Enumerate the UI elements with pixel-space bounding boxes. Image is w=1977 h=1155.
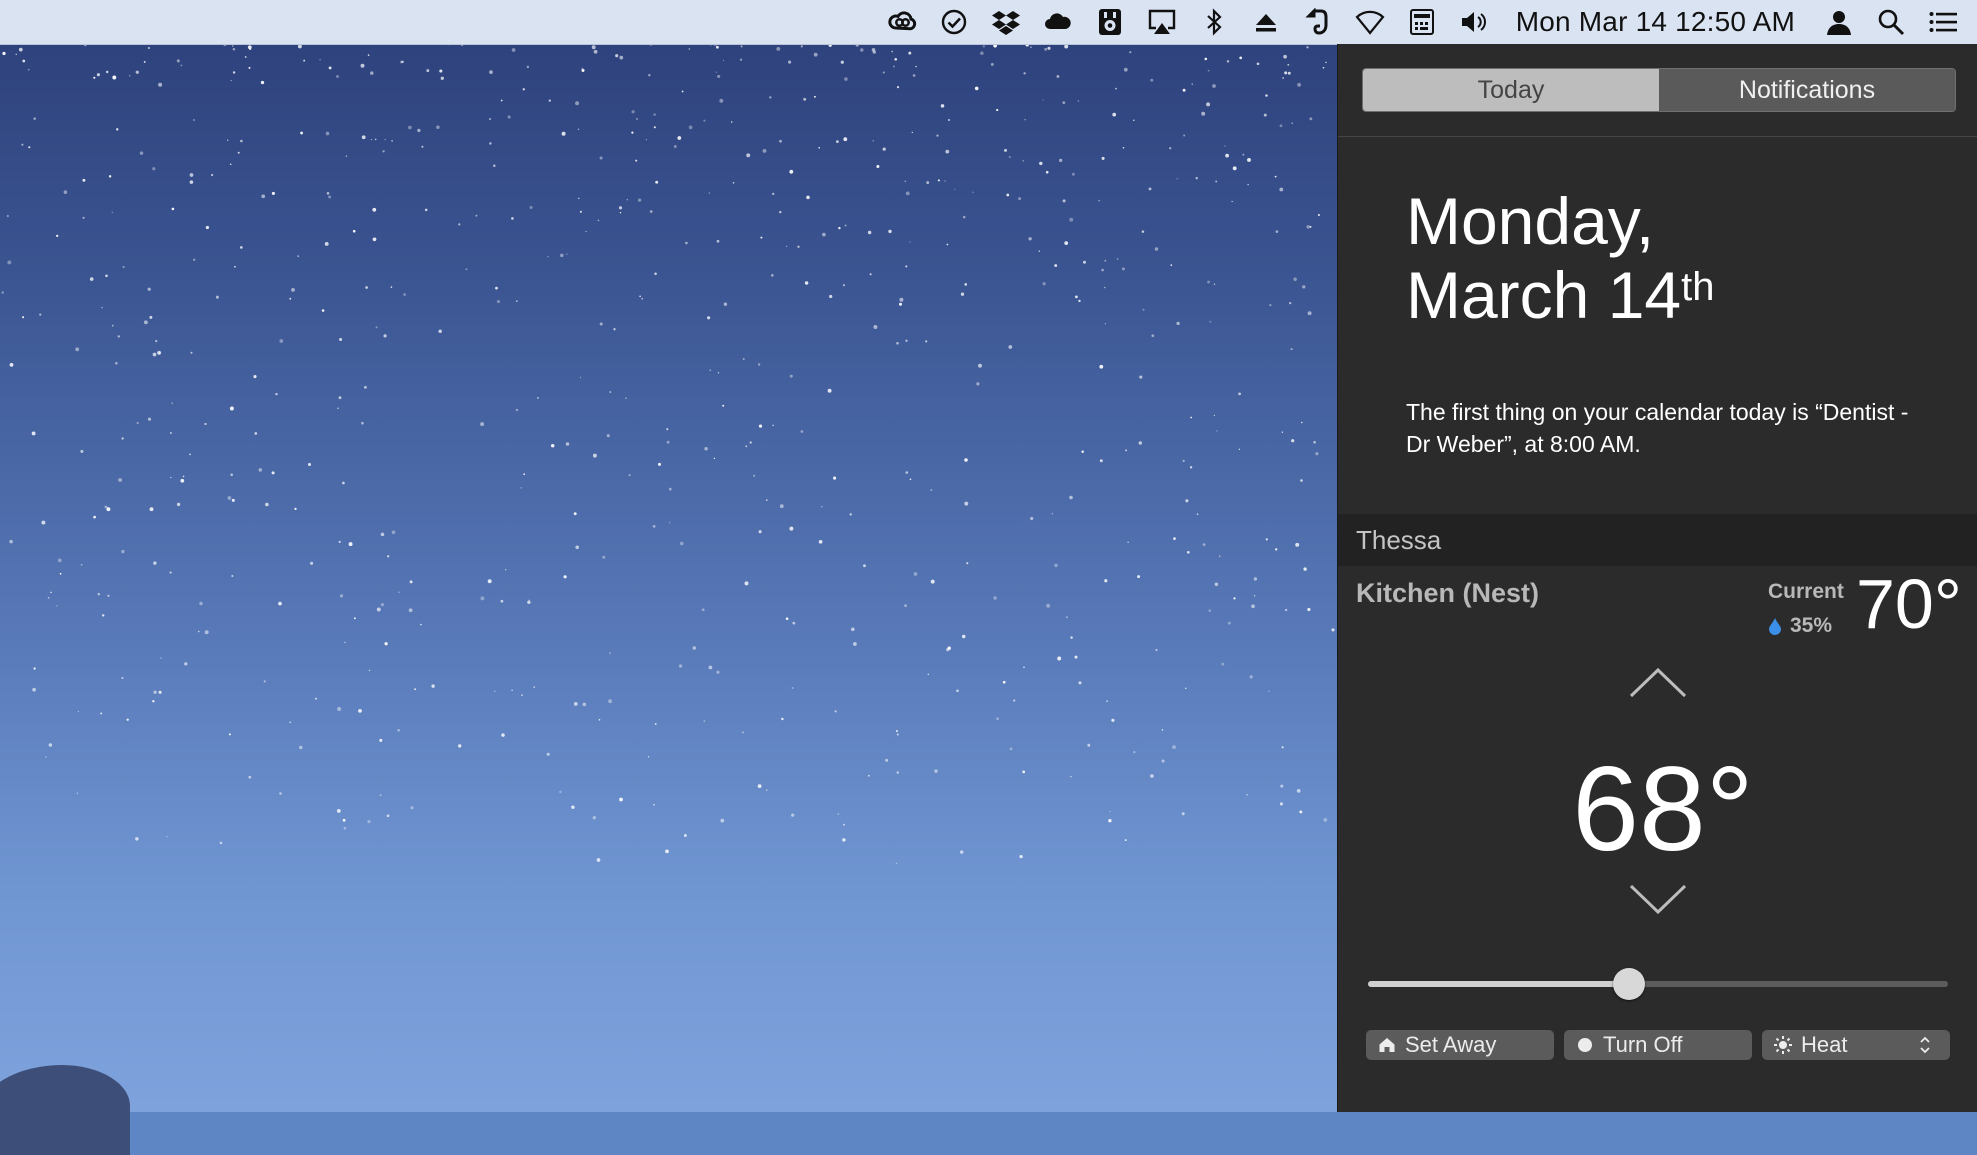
mode-select[interactable]: Heat (1762, 1030, 1950, 1060)
todo-check-icon[interactable] (936, 6, 972, 38)
thermostat-widget-header[interactable]: Thessa (1338, 514, 1977, 566)
today-date-heading: Monday, March 14th (1406, 184, 1714, 332)
wifi-icon[interactable] (1352, 6, 1388, 38)
tab-notifications[interactable]: Notifications (1659, 69, 1955, 111)
menu-bar-clock[interactable]: Mon Mar 14 12:50 AM (1516, 6, 1795, 38)
current-temperature: 70° (1856, 565, 1962, 643)
tab-today[interactable]: Today (1363, 69, 1659, 111)
tabs-divider (1338, 136, 1977, 137)
user-icon[interactable] (1821, 6, 1857, 38)
water-drop-icon (1769, 618, 1781, 635)
temperature-slider-thumb[interactable] (1613, 968, 1645, 1000)
notification-center-tabs: Today Notifications (1362, 68, 1956, 112)
dropbox-icon[interactable] (988, 6, 1024, 38)
today-date-main: March 14 (1406, 258, 1682, 332)
wallpaper-rock (0, 1065, 130, 1155)
humidity-value: 35% (1790, 614, 1833, 637)
widget-title: Thessa (1356, 524, 1442, 555)
mode-select-value: Heat (1801, 1032, 1848, 1057)
power-dot-icon (1578, 1038, 1592, 1052)
cloud-icon[interactable] (1040, 6, 1076, 38)
heat-sun-icon (1774, 1036, 1792, 1054)
thermostat-device-name: Kitchen (Nest) (1356, 578, 1540, 608)
bluetooth-icon[interactable] (1196, 6, 1232, 38)
notification-center-panel: Today Notifications Monday, March 14th T… (1337, 44, 1977, 1112)
temp-down-chevron-icon[interactable] (1628, 882, 1688, 918)
temperature-slider[interactable] (1368, 968, 1948, 1000)
starfield (1, 44, 1335, 864)
today-date-line: March 14th (1406, 258, 1714, 332)
current-temp-label: Current (1768, 580, 1844, 603)
calendar-summary: The first thing on your calendar today i… (1406, 399, 1909, 457)
temperature-slider-fill (1368, 981, 1629, 987)
target-temperature: 68° (1572, 742, 1754, 876)
humidity-readout: 35% (1768, 614, 1832, 638)
keyboard-icon[interactable] (1404, 6, 1440, 38)
home-icon (1379, 1038, 1395, 1052)
creative-cloud-icon[interactable] (884, 6, 920, 38)
volume-icon[interactable] (1456, 6, 1492, 38)
turn-off-button[interactable]: Turn Off (1564, 1030, 1752, 1060)
select-updown-chevron-icon (1920, 1036, 1930, 1054)
menu-bar: Mon Mar 14 12:50 AM (0, 0, 1977, 45)
notification-center-icon[interactable] (1925, 6, 1961, 38)
eject-icon[interactable] (1248, 6, 1284, 38)
temp-up-chevron-icon[interactable] (1628, 664, 1688, 700)
today-weekday: Monday, (1406, 184, 1655, 258)
turn-off-label: Turn Off (1603, 1032, 1683, 1057)
today-date-suffix: th (1681, 265, 1715, 309)
set-away-label: Set Away (1405, 1032, 1497, 1057)
evernote-icon[interactable] (1300, 6, 1336, 38)
set-away-button[interactable]: Set Away (1366, 1030, 1554, 1060)
spotlight-search-icon[interactable] (1873, 6, 1909, 38)
airplay-icon[interactable] (1144, 6, 1180, 38)
speaker-app-icon[interactable] (1092, 6, 1128, 38)
